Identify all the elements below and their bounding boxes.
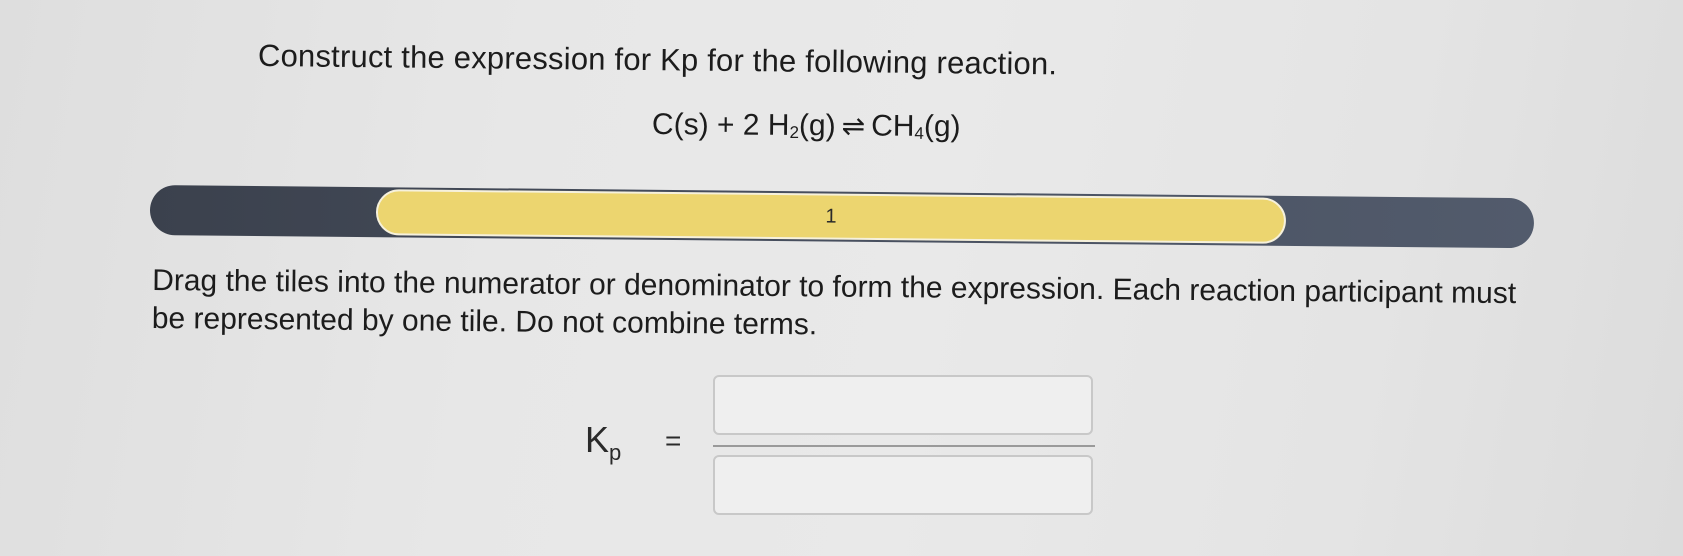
kp-k: K <box>585 419 610 460</box>
instructions-text: Drag the tiles into the numerator or den… <box>151 264 1517 342</box>
step-indicator[interactable]: 1 <box>375 189 1287 244</box>
step-progress-bar: 1 <box>149 185 1535 249</box>
product-text: CH <box>871 109 915 143</box>
reaction-equation: C(s) + 2 H2(g) ⇌ CH4(g) <box>652 108 961 144</box>
ch4-subscript: 4 <box>914 123 924 143</box>
denominator-drop-zone[interactable] <box>713 455 1093 515</box>
kp-expression: Kp = <box>585 375 1105 525</box>
fraction-bar <box>713 445 1095 447</box>
numerator-drop-zone[interactable] <box>713 375 1093 435</box>
question-prompt: Construct the expression for Kp for the … <box>257 38 1058 82</box>
step-label: 1 <box>825 204 837 228</box>
equals-sign: = <box>665 425 682 456</box>
h2-subscript: 2 <box>789 122 800 143</box>
equilibrium-arrow-icon: ⇌ <box>841 110 866 142</box>
reactant-phase: (g) <box>798 109 836 143</box>
product-phase: (g) <box>923 109 961 144</box>
kp-subscript: p <box>609 440 622 465</box>
kp-symbol: Kp <box>585 419 621 466</box>
reactant-text: C(s) + 2 H <box>651 108 790 142</box>
